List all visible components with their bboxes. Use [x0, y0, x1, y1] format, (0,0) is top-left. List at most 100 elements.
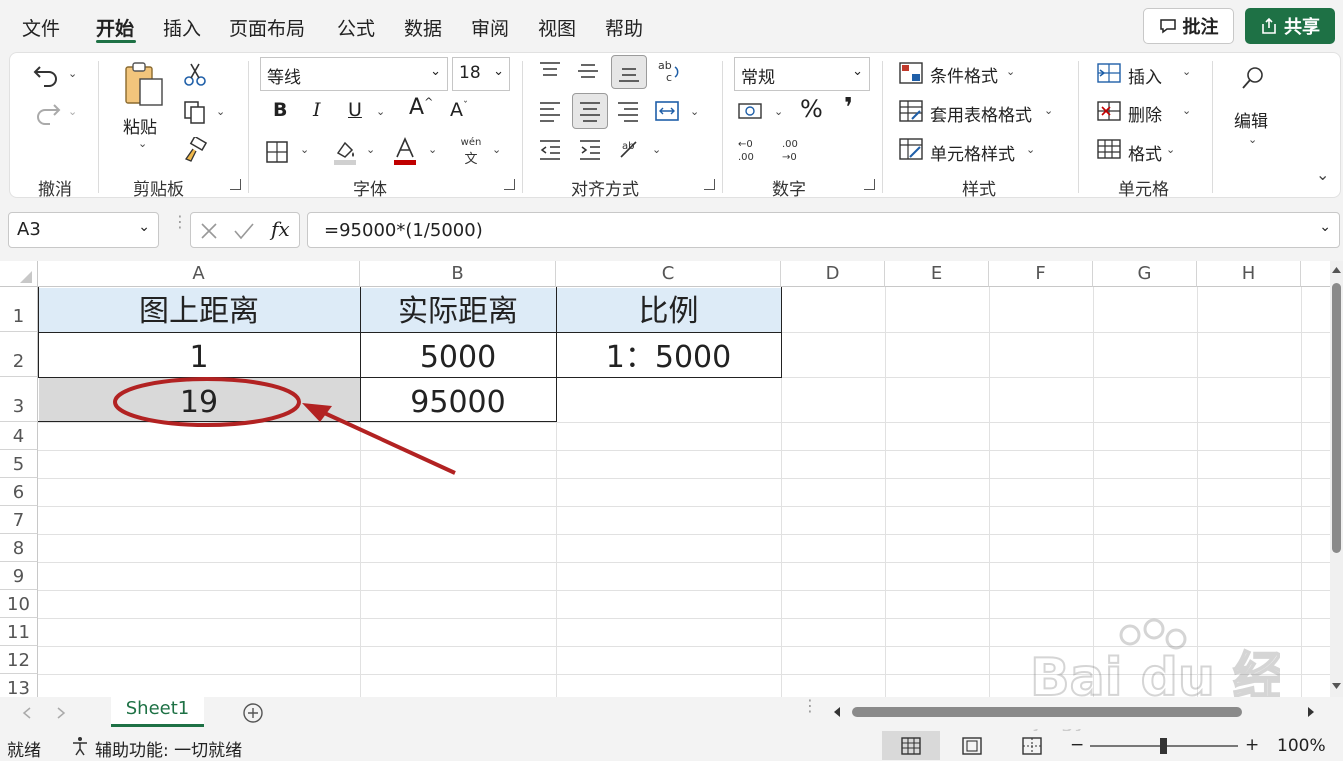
insert-function-icon[interactable]: fx [271, 217, 290, 241]
cancel-icon[interactable] [199, 221, 219, 241]
chevron-down-icon[interactable]: ⌄ [68, 105, 77, 118]
menu-data[interactable]: 数据 [404, 14, 442, 41]
cell-c2[interactable]: 1：5000 [556, 337, 781, 379]
percent-icon[interactable]: % [800, 95, 823, 123]
chevron-down-icon[interactable]: ⌄ [1006, 65, 1015, 78]
align-left-icon[interactable] [538, 99, 562, 123]
increase-indent-icon[interactable] [578, 137, 602, 161]
chevron-down-icon[interactable]: ⌄ [216, 105, 225, 118]
decrease-indent-icon[interactable] [538, 137, 562, 161]
chevron-down-icon[interactable]: ⌄ [1044, 104, 1053, 117]
column-header-g[interactable]: G [1093, 261, 1197, 287]
chevron-down-icon[interactable]: ⌄ [1182, 104, 1191, 117]
row-header-5[interactable]: 5 [0, 450, 38, 478]
copy-icon[interactable] [182, 99, 208, 125]
delete-cells-button[interactable]: 删除 [1128, 101, 1162, 126]
cell-styles-button[interactable]: 单元格样式 [930, 140, 1015, 165]
column-header-e[interactable]: E [885, 261, 989, 287]
clipboard-launcher-icon[interactable] [230, 179, 241, 190]
chevron-down-icon[interactable]: ⌄ [366, 143, 375, 156]
row-header-7[interactable]: 7 [0, 506, 38, 534]
formula-input[interactable]: =95000*(1/5000) ⌄ [307, 212, 1340, 248]
worksheet-grid[interactable]: A B C D E F G H 1 2 3 4 5 6 7 8 9 10 11 … [0, 261, 1330, 697]
chevron-down-icon[interactable]: ⌄ [1166, 143, 1175, 156]
share-button[interactable]: 共享 [1245, 8, 1335, 44]
number-format-select[interactable]: 常规 ⌄ [734, 57, 870, 91]
insert-cells-button[interactable]: 插入 [1128, 63, 1162, 88]
accessibility-status[interactable]: 辅助功能: 一切就绪 [95, 736, 242, 761]
column-header-f[interactable]: F [989, 261, 1093, 287]
enter-icon[interactable] [233, 221, 255, 241]
row-header-11[interactable]: 11 [0, 618, 38, 646]
comma-style-icon[interactable]: ❜ [844, 93, 853, 123]
currency-format-icon[interactable] [736, 99, 766, 123]
align-middle-icon[interactable] [576, 59, 600, 83]
horizontal-scrollbar-thumb[interactable] [852, 707, 1242, 717]
chevron-down-icon[interactable]: ⌄ [300, 143, 309, 156]
row-header-3[interactable]: 3 [0, 377, 38, 422]
scroll-left-icon[interactable] [832, 706, 842, 718]
increase-font-icon[interactable]: A^ [409, 95, 433, 120]
collapse-ribbon-icon[interactable]: ⌄ [1316, 165, 1329, 184]
zoom-in-button[interactable]: + [1245, 735, 1259, 755]
font-launcher-icon[interactable] [504, 179, 515, 190]
format-as-table-button[interactable]: 套用表格格式 [930, 101, 1032, 126]
row-header-13[interactable]: 13 [0, 674, 38, 697]
column-header-d[interactable]: D [781, 261, 885, 287]
normal-view-button[interactable] [882, 731, 940, 760]
scroll-right-icon[interactable] [1306, 706, 1316, 718]
merge-center-icon[interactable] [654, 99, 680, 123]
conditional-format-button[interactable]: 条件格式 [930, 62, 998, 87]
column-header-a[interactable]: A [38, 261, 360, 287]
chevron-down-icon[interactable]: ⌄ [690, 105, 699, 118]
format-painter-icon[interactable] [182, 137, 208, 163]
align-bottom-button[interactable] [611, 55, 647, 89]
row-header-10[interactable]: 10 [0, 590, 38, 618]
row-header-1[interactable]: 1 [0, 287, 38, 332]
accessibility-icon[interactable] [70, 736, 90, 756]
row-header-12[interactable]: 12 [0, 646, 38, 674]
paste-label[interactable]: 粘贴 [123, 113, 157, 138]
menu-insert[interactable]: 插入 [163, 14, 201, 41]
font-color-icon[interactable] [392, 137, 418, 167]
row-header-9[interactable]: 9 [0, 562, 38, 590]
orientation-icon[interactable]: abc [655, 57, 683, 85]
bold-icon[interactable]: B [273, 99, 287, 121]
cell-a1[interactable]: 图上距离 [38, 291, 360, 333]
vertical-scrollbar[interactable] [1330, 261, 1343, 697]
select-all-corner[interactable] [0, 261, 38, 287]
cell-c1[interactable]: 比例 [556, 291, 781, 333]
column-header-i[interactable] [1301, 261, 1330, 287]
fill-color-icon[interactable] [330, 137, 360, 167]
format-cells-icon[interactable] [1096, 137, 1122, 161]
underline-icon[interactable]: U [348, 99, 362, 121]
borders-icon[interactable] [264, 139, 290, 165]
menu-help[interactable]: 帮助 [605, 14, 643, 41]
menu-home[interactable]: 开始 [96, 14, 134, 41]
chevron-down-icon[interactable]: ⌄ [492, 143, 501, 156]
comment-button[interactable]: 批注 [1143, 8, 1234, 44]
chevron-down-icon[interactable]: ⌄ [68, 67, 77, 80]
page-layout-view-icon[interactable] [962, 737, 982, 755]
conditional-format-icon[interactable] [898, 61, 924, 85]
chevron-down-icon[interactable]: ⌄ [428, 143, 437, 156]
chevron-down-icon[interactable]: ⌄ [652, 143, 661, 156]
cell-b1[interactable]: 实际距离 [360, 291, 556, 333]
column-header-b[interactable]: B [360, 261, 556, 287]
zoom-level[interactable]: 100% [1277, 736, 1326, 756]
number-launcher-icon[interactable] [864, 179, 875, 190]
row-header-4[interactable]: 4 [0, 422, 38, 450]
increase-decimal-icon[interactable]: ←0.00 [736, 137, 766, 163]
chevron-down-icon[interactable]: ⌄ [1182, 65, 1191, 78]
zoom-slider-thumb[interactable] [1160, 738, 1167, 754]
chevron-down-icon[interactable]: ⌄ [1248, 133, 1257, 146]
wrap-text-icon[interactable]: ab [618, 135, 646, 163]
paste-icon[interactable] [122, 61, 166, 109]
delete-cells-icon[interactable] [1096, 99, 1122, 123]
zoom-out-button[interactable]: − [1070, 735, 1084, 755]
phonetic-icon[interactable]: wén 文 [456, 137, 486, 167]
tab-splitter-icon[interactable]: ⋮ [802, 698, 818, 714]
align-top-icon[interactable] [538, 59, 562, 83]
insert-cells-icon[interactable] [1096, 61, 1122, 85]
redo-icon[interactable] [32, 99, 62, 125]
